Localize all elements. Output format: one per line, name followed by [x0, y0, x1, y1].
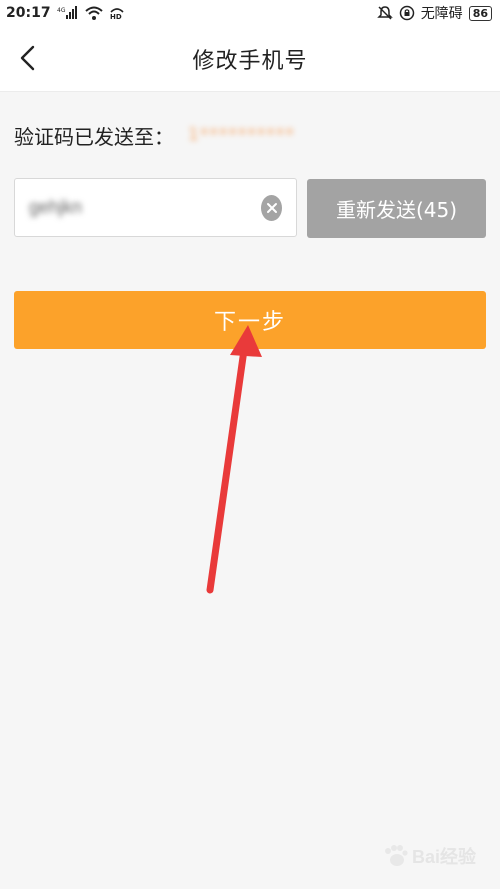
watermark-text: Bai经验	[411, 847, 476, 867]
verification-code-input[interactable]	[29, 197, 261, 218]
hd-label: HD	[110, 13, 122, 20]
code-input-container	[14, 178, 297, 237]
lock-rotation-icon	[399, 5, 415, 21]
clear-button[interactable]	[261, 194, 282, 221]
wifi-icon	[84, 6, 103, 20]
verification-sent-row: 验证码已发送至： 1**********	[14, 118, 295, 152]
paw-icon	[384, 845, 408, 866]
resend-button[interactable]: 重新发送(45)	[307, 179, 486, 238]
hd-icon: HD	[109, 6, 125, 20]
next-step-button[interactable]: 下一步	[14, 291, 486, 349]
signal-icon: 4G	[57, 6, 79, 20]
status-bar: 20:17 4G HD 无障碍 86	[0, 0, 500, 26]
status-right: 无障碍 86	[376, 3, 492, 23]
bell-muted-icon	[376, 5, 393, 21]
status-left: 20:17 4G HD	[6, 5, 125, 21]
close-icon	[266, 202, 277, 213]
page-title: 修改手机号	[192, 49, 308, 74]
sent-label: 验证码已发送至：	[14, 124, 174, 149]
battery-level: 86	[468, 5, 492, 21]
phone-number: 1**********	[188, 125, 295, 145]
accessibility-label: 无障碍	[420, 6, 463, 22]
nav-bar: 修改手机号	[0, 26, 500, 92]
network-type: 4G	[57, 7, 66, 14]
status-time: 20:17	[6, 5, 51, 21]
watermark: Bai经验	[382, 843, 476, 869]
